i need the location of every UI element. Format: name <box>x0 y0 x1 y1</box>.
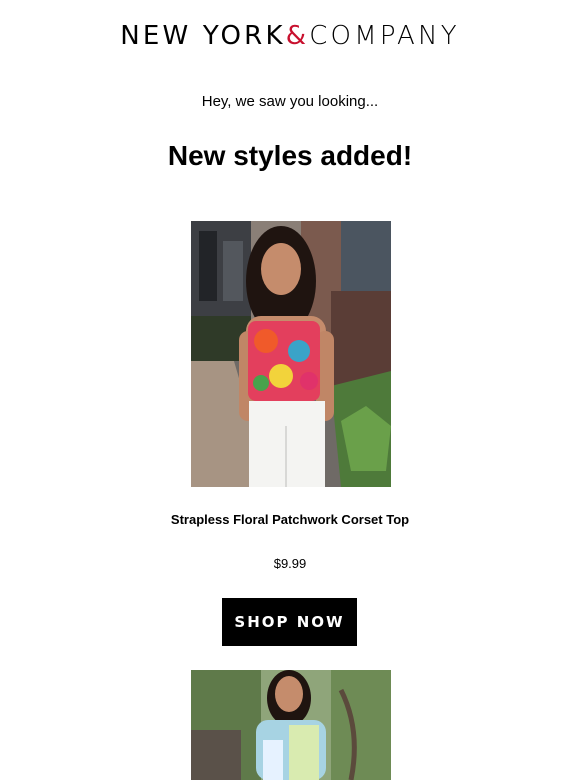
logo-text-part2: COMPANY <box>309 21 460 51</box>
logo-ampersand: & <box>285 21 310 51</box>
product-image-corset-top[interactable] <box>191 221 391 487</box>
product-name[interactable]: Strapless Floral Patchwork Corset Top <box>0 512 580 528</box>
shop-now-button[interactable]: SHOP NOW <box>222 598 357 646</box>
page-headline: New styles added! <box>167 140 413 171</box>
product-image-next[interactable] <box>191 670 391 780</box>
intro-text: Hey, we saw you looking... <box>201 93 379 110</box>
logo-text-part1: NEW YORK <box>120 21 286 51</box>
product-price: $9.99 <box>273 556 307 571</box>
brand-logo[interactable]: NEW YORK&COMPANY <box>0 20 580 52</box>
